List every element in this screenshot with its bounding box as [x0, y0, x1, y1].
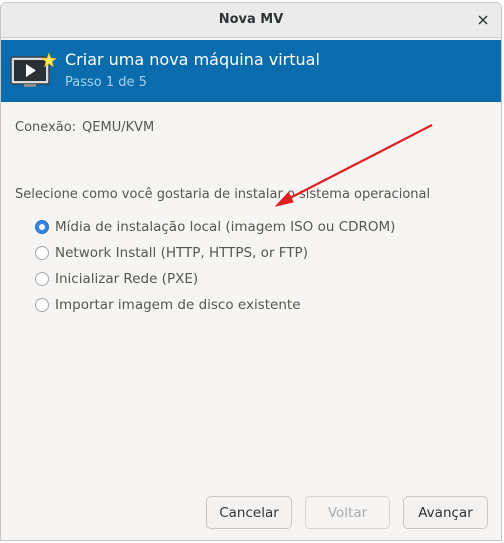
annotation-arrow	[274, 124, 433, 207]
